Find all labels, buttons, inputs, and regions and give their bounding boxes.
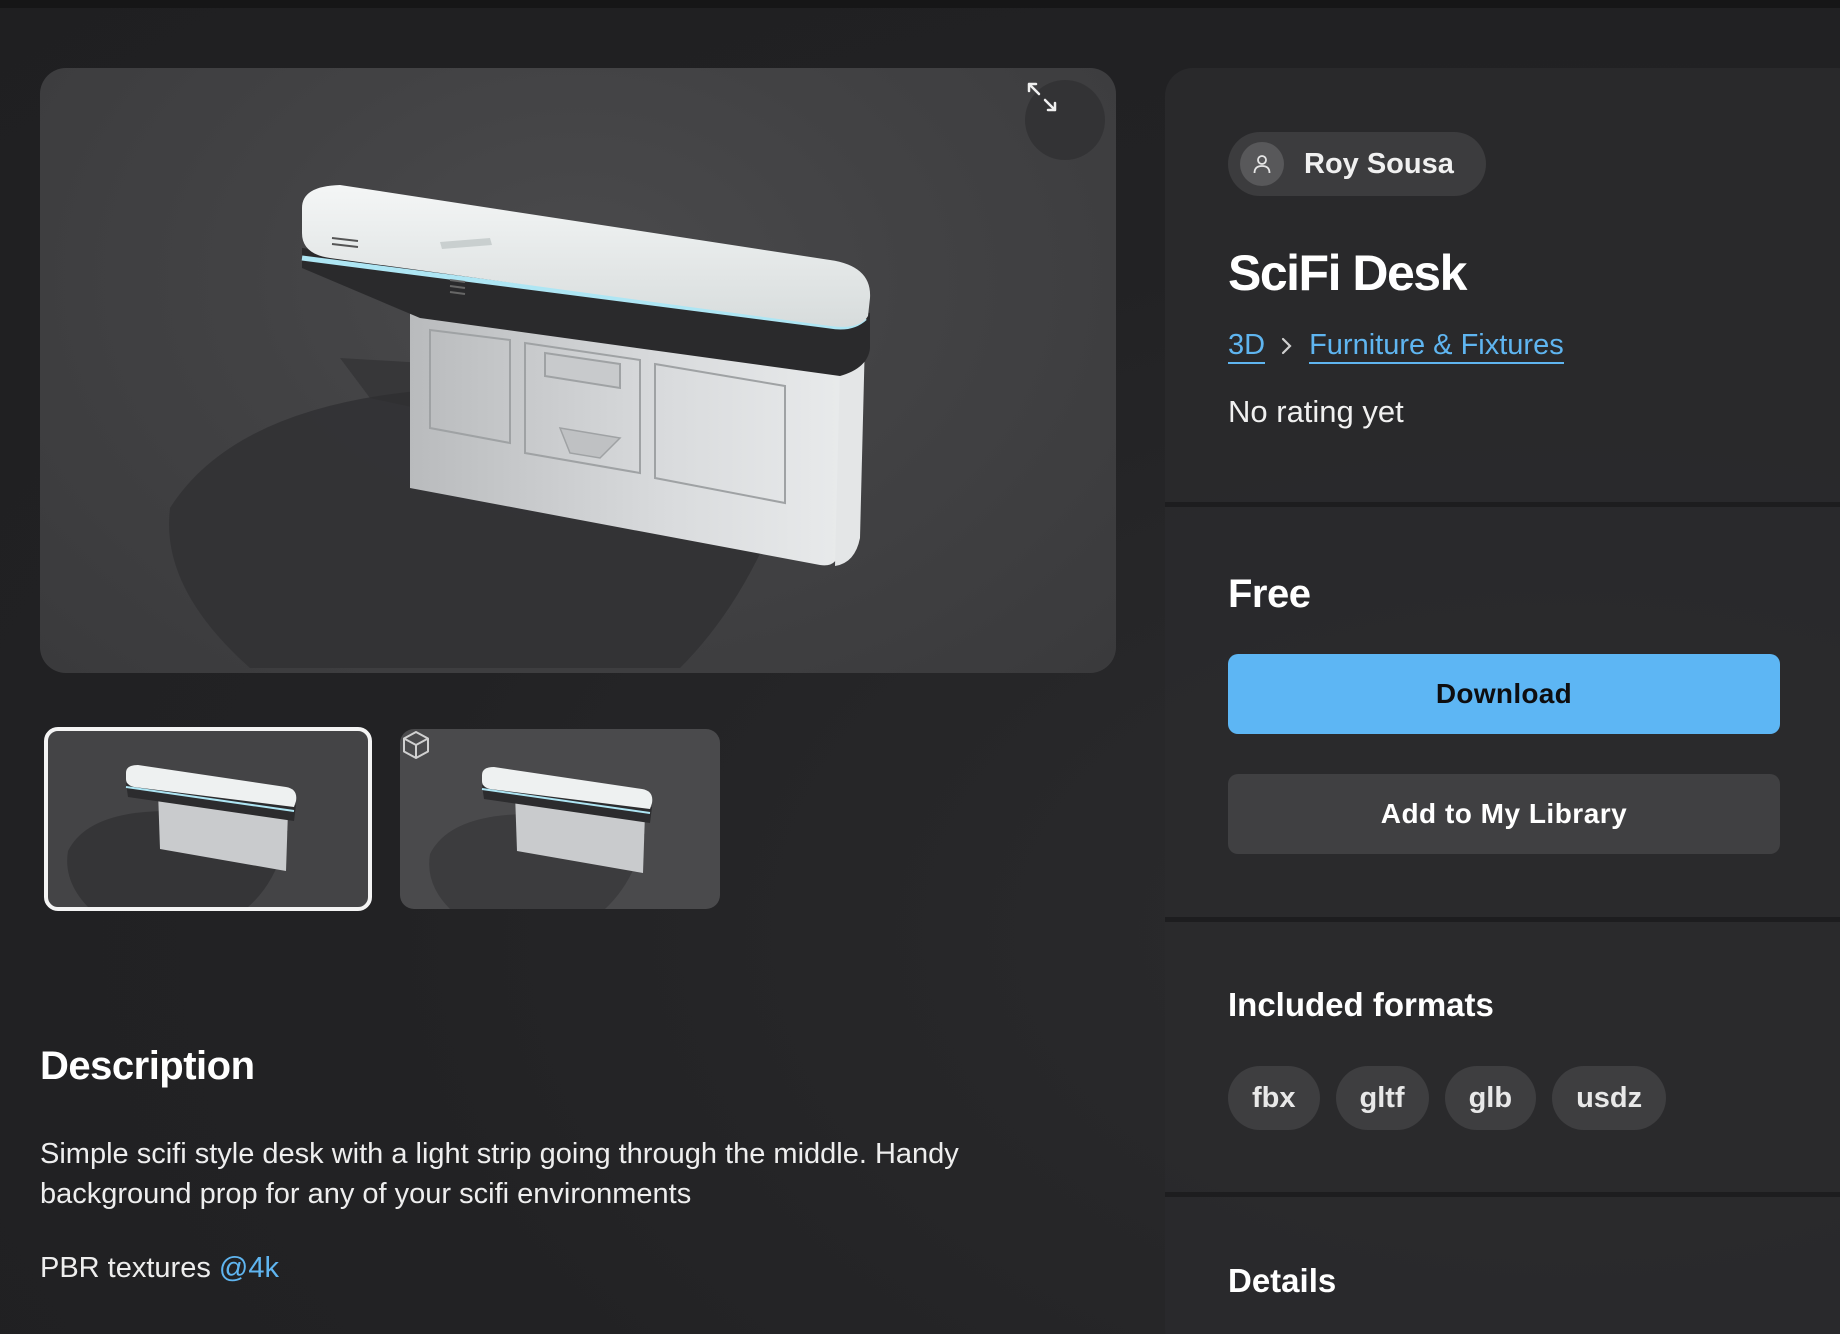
format-list: fbx gltf glb usdz	[1228, 1066, 1667, 1130]
chevron-right-icon	[1279, 335, 1295, 357]
price: Free	[1228, 572, 1311, 616]
breadcrumb-3d[interactable]: 3D	[1228, 328, 1266, 364]
author-chip[interactable]: Roy Sousa	[1228, 132, 1486, 196]
cube-icon	[403, 731, 429, 759]
desk-render	[169, 185, 871, 668]
expand-arrows-icon	[1027, 82, 1057, 112]
asset-title: SciFi Desk	[1228, 245, 1467, 301]
section-divider	[1165, 917, 1840, 922]
texture-resolution-link[interactable]: @4k	[219, 1252, 279, 1284]
breadcrumb-category[interactable]: Furniture & Fixtures	[1309, 328, 1564, 364]
user-icon	[1253, 155, 1271, 174]
section-divider	[1165, 502, 1840, 507]
thumbnail-image[interactable]	[44, 727, 372, 911]
description-heading: Description	[40, 1044, 255, 1088]
author-name: Roy Sousa	[1304, 147, 1454, 180]
download-button[interactable]: Download	[1228, 654, 1780, 734]
product-page: Description Simple scifi style desk with…	[0, 0, 1840, 1334]
details-heading: Details	[1228, 1262, 1337, 1299]
breadcrumb: 3D Furniture & Fixtures	[1228, 328, 1564, 364]
format-chip-usdz: usdz	[1552, 1066, 1667, 1130]
formats-heading: Included formats	[1228, 986, 1494, 1023]
thumbnail-render	[67, 765, 297, 907]
add-to-library-button[interactable]: Add to My Library	[1228, 774, 1780, 854]
format-chip-glb: glb	[1444, 1066, 1537, 1130]
thumbnail-3d-model[interactable]	[400, 729, 720, 909]
avatar	[1240, 142, 1284, 186]
description-text: Simple scifi style desk with a light str…	[40, 1138, 959, 1210]
description-pbr-line: PBR textures @4k	[40, 1252, 279, 1285]
top-bar	[0, 0, 1840, 8]
format-chip-gltf: gltf	[1335, 1066, 1429, 1130]
format-chip-fbx: fbx	[1228, 1066, 1320, 1130]
thumbnail-render	[429, 767, 653, 909]
model-preview[interactable]	[40, 68, 1116, 673]
section-divider	[1165, 1192, 1840, 1197]
pbr-label: PBR textures	[40, 1252, 219, 1284]
expand-button[interactable]	[1025, 80, 1105, 160]
rating-text: No rating yet	[1228, 394, 1404, 429]
